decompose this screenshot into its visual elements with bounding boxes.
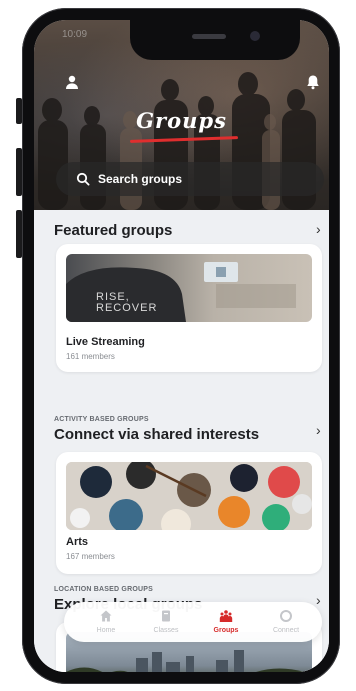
speaker-grille	[192, 34, 226, 39]
group-name: Live Streaming	[66, 336, 145, 348]
tab-label-home: Home	[96, 627, 116, 634]
section-eyebrow-activity: ACTIVITY BASED GROUPS	[54, 416, 149, 423]
group-card-arts[interactable]: Arts 167 members	[56, 452, 322, 574]
group-member-count: 161 members	[66, 352, 115, 361]
group-member-count: 167 members	[66, 552, 115, 561]
live-streaming-image: RISE, RECOVER	[66, 254, 312, 322]
location-chevron-right-icon[interactable]: ›	[316, 592, 321, 608]
phone-notch	[130, 16, 300, 60]
bottom-tab-bar: Home Classes Groups Connect	[64, 602, 322, 642]
section-eyebrow-location: LOCATION BASED GROUPS	[54, 586, 153, 593]
group-card-live-streaming[interactable]: RISE, RECOVER Live Streaming 161 members	[56, 244, 322, 372]
search-input[interactable]: Search groups	[56, 162, 324, 196]
app-screen: 10:09 Groups Search groups Featured grou…	[34, 20, 329, 672]
front-camera	[250, 31, 260, 41]
profile-icon[interactable]	[64, 74, 80, 90]
tab-classes[interactable]: Classes	[136, 602, 196, 642]
tab-label-connect: Connect	[272, 627, 300, 634]
tab-home[interactable]: Home	[76, 602, 136, 642]
group-name: Arts	[66, 536, 89, 548]
tab-label-groups: Groups	[213, 627, 239, 634]
page-title: Groups	[136, 108, 227, 133]
section-title-activity: Connect via shared interests	[54, 426, 260, 443]
shirt-print-text: RISE, RECOVER	[96, 291, 158, 314]
search-placeholder: Search groups	[98, 172, 183, 186]
home-icon	[100, 610, 112, 622]
classes-icon	[162, 610, 170, 622]
bell-icon[interactable]	[306, 74, 320, 90]
section-title-featured: Featured groups	[54, 222, 173, 239]
connect-icon	[280, 610, 292, 622]
arts-image	[66, 462, 312, 530]
featured-chevron-right-icon[interactable]: ›	[316, 221, 321, 237]
search-icon	[76, 172, 90, 186]
tab-groups[interactable]: Groups	[196, 602, 256, 642]
tab-connect[interactable]: Connect	[256, 602, 316, 642]
tab-label-classes: Classes	[153, 627, 179, 634]
groups-icon	[219, 610, 233, 622]
status-time: 10:09	[62, 29, 88, 40]
paint-cups-photo	[66, 462, 312, 530]
activity-chevron-right-icon[interactable]: ›	[316, 422, 321, 438]
